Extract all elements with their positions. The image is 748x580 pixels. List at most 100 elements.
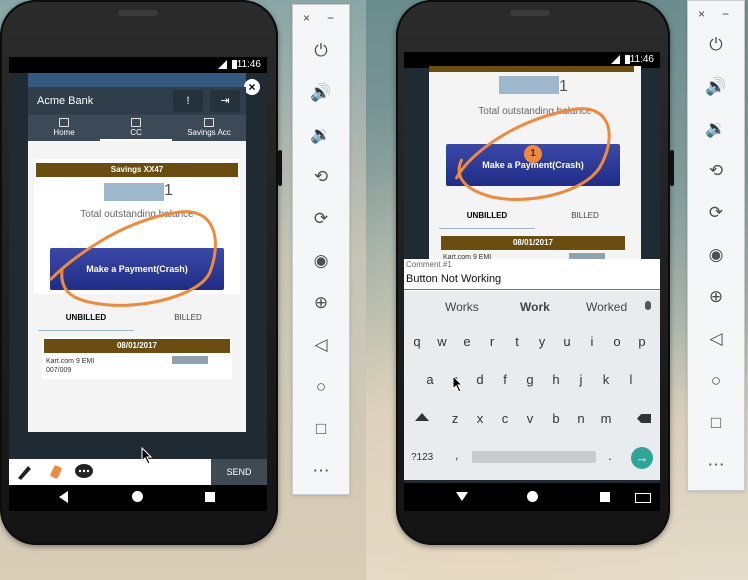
zoom-icon[interactable]: ⊕ xyxy=(688,287,744,307)
minimize-icon[interactable]: − xyxy=(722,7,729,21)
key-l[interactable]: l xyxy=(621,372,641,387)
key-m[interactable]: m xyxy=(596,411,616,426)
camera-icon[interactable]: ◉ xyxy=(293,251,349,271)
key-y[interactable]: y xyxy=(532,334,552,349)
shift-key-icon[interactable] xyxy=(415,413,429,421)
volume-up-icon[interactable]: 🔊 xyxy=(688,77,744,97)
masked-amount-digit: 1 xyxy=(559,78,568,95)
tab-home[interactable]: Home xyxy=(28,115,100,141)
comment-icon[interactable] xyxy=(73,461,95,483)
overview-icon[interactable]: □ xyxy=(688,413,744,433)
key-g[interactable]: g xyxy=(520,372,540,387)
volume-down-icon[interactable]: 🔉 xyxy=(688,119,744,139)
logout-icon-button[interactable]: ⇥ xyxy=(210,90,240,112)
keyboard-switch-icon[interactable] xyxy=(635,493,651,503)
microphone-icon[interactable] xyxy=(645,301,651,310)
subtab-unbilled[interactable]: UNBILLED xyxy=(439,211,535,229)
recents-nav-icon[interactable] xyxy=(600,492,610,502)
rotate-right-icon[interactable]: ⟳ xyxy=(293,209,349,229)
hide-keyboard-icon[interactable] xyxy=(456,492,468,501)
key-w[interactable]: w xyxy=(432,334,452,349)
key-v[interactable]: v xyxy=(520,411,540,426)
symbols-key[interactable]: ?123 xyxy=(411,452,433,463)
key-h[interactable]: h xyxy=(546,372,566,387)
period-key[interactable]: . xyxy=(608,448,612,463)
back-icon[interactable]: ◁ xyxy=(293,335,349,355)
recents-nav-icon[interactable] xyxy=(205,492,215,502)
back-nav-icon[interactable] xyxy=(59,491,68,503)
date-header: 08/01/2017 xyxy=(441,236,625,250)
transaction-line2: 007/009 xyxy=(46,367,72,374)
more-icon[interactable]: ⋯ xyxy=(293,461,349,481)
key-a[interactable]: a xyxy=(420,372,440,387)
volume-down-icon[interactable]: 🔉 xyxy=(293,125,349,145)
tab-cc[interactable]: CC xyxy=(100,115,172,141)
back-icon[interactable]: ◁ xyxy=(688,329,744,349)
key-b[interactable]: b xyxy=(546,411,566,426)
key-z[interactable]: z xyxy=(445,411,465,426)
close-icon[interactable]: × xyxy=(698,7,705,21)
emulator-controls-left: × − ⏻ 🔊 🔉 ⟲ ⟳ ◉ ⊕ ◁ ○ □ ⋯ xyxy=(292,4,350,495)
close-overlay-button[interactable]: × xyxy=(244,79,260,95)
power-icon[interactable]: ⏻ xyxy=(688,35,744,55)
send-button[interactable]: SEND xyxy=(211,459,267,485)
subtab-billed[interactable]: BILLED xyxy=(537,211,633,220)
rotate-left-icon[interactable]: ⟲ xyxy=(688,161,744,181)
minimize-icon[interactable]: − xyxy=(327,11,334,25)
key-c[interactable]: c xyxy=(495,411,515,426)
key-i[interactable]: i xyxy=(582,334,602,349)
suggestion-3[interactable]: Worked xyxy=(586,300,627,314)
comma-key[interactable]: , xyxy=(455,448,458,462)
key-d[interactable]: d xyxy=(470,372,490,387)
tab-label: CC xyxy=(130,128,142,137)
space-bar[interactable] xyxy=(472,451,596,463)
message-icon-button[interactable]: ! xyxy=(173,90,203,112)
key-t[interactable]: t xyxy=(507,334,527,349)
subtab-unbilled[interactable]: UNBILLED xyxy=(38,313,134,331)
enter-key-icon[interactable]: → xyxy=(631,447,653,469)
key-p[interactable]: p xyxy=(632,334,652,349)
home-icon xyxy=(59,118,69,127)
home-nav-icon[interactable] xyxy=(527,491,538,502)
signal-icon xyxy=(611,55,620,64)
zoom-icon[interactable]: ⊕ xyxy=(293,293,349,313)
rotate-right-icon[interactable]: ⟳ xyxy=(688,203,744,223)
home-icon[interactable]: ○ xyxy=(293,377,349,397)
rotate-left-icon[interactable]: ⟲ xyxy=(293,167,349,187)
camera-icon[interactable]: ◉ xyxy=(688,245,744,265)
volume-up-icon[interactable]: 🔊 xyxy=(293,83,349,103)
pen-icon[interactable] xyxy=(13,461,35,483)
status-bar: 11:46 xyxy=(9,57,267,73)
key-e[interactable]: e xyxy=(457,334,477,349)
key-o[interactable]: o xyxy=(607,334,627,349)
key-j[interactable]: j xyxy=(571,372,591,387)
key-n[interactable]: n xyxy=(571,411,591,426)
home-icon[interactable]: ○ xyxy=(688,371,744,391)
overview-icon[interactable]: □ xyxy=(293,419,349,439)
right-phone-speaker xyxy=(510,10,550,16)
app-title: Acme Bank xyxy=(37,95,94,107)
close-icon[interactable]: × xyxy=(303,11,310,25)
more-icon[interactable]: ⋯ xyxy=(688,455,744,475)
tab-savings[interactable]: Savings Acc xyxy=(172,115,246,141)
power-icon[interactable]: ⏻ xyxy=(293,41,349,61)
suggestion-1[interactable]: Works xyxy=(445,300,479,314)
masked-amount-digit: 1 xyxy=(164,182,173,199)
masked-amount xyxy=(499,76,559,94)
left-phone-side-button xyxy=(278,150,282,186)
suggestion-2[interactable]: Work xyxy=(520,300,550,314)
navigation-bar xyxy=(404,483,660,511)
comment-marker[interactable]: 1 xyxy=(524,145,542,163)
key-q[interactable]: q xyxy=(407,334,427,349)
comment-input[interactable]: Button Not Working xyxy=(406,273,501,285)
subtab-billed[interactable]: BILLED xyxy=(140,313,236,322)
account-header-cutoff xyxy=(429,66,634,72)
key-k[interactable]: k xyxy=(596,372,616,387)
key-f[interactable]: f xyxy=(495,372,515,387)
make-payment-button[interactable]: Make a Payment(Crash) xyxy=(50,248,224,290)
key-x[interactable]: x xyxy=(470,411,490,426)
key-u[interactable]: u xyxy=(557,334,577,349)
eraser-icon[interactable] xyxy=(45,461,67,483)
home-nav-icon[interactable] xyxy=(132,491,143,502)
key-r[interactable]: r xyxy=(482,334,502,349)
